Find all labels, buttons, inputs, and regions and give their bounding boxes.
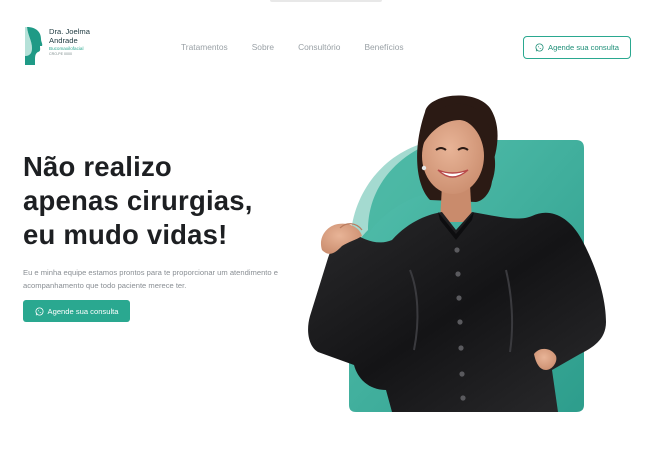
hero-schedule-button[interactable]: Agende sua consulta	[23, 300, 130, 322]
logo-cro: CRO-PE 0000	[49, 52, 72, 57]
main-nav: Tratamentos Sobre Consultório Benefícios	[181, 42, 428, 52]
logo-name-line2: Andrade	[49, 35, 78, 45]
face-profile-logo-icon	[25, 27, 43, 65]
nav-link-consultorio[interactable]: Consultório	[298, 42, 340, 52]
header-schedule-button[interactable]: Agende sua consulta	[523, 36, 631, 59]
hero-title: Não realizo apenas cirurgias, eu mudo vi…	[23, 150, 313, 252]
hero-subtitle: Eu e minha equipe estamos prontos para t…	[23, 268, 278, 290]
hero-title-line: eu mudo vidas!	[23, 219, 228, 250]
whatsapp-icon	[35, 307, 44, 315]
nav-link-tratamentos[interactable]: Tratamentos	[181, 42, 228, 52]
nav-link-beneficios[interactable]: Benefícios	[364, 42, 403, 52]
whatsapp-icon	[535, 43, 544, 52]
hero-title-line: Não realizo	[23, 151, 172, 182]
hero-schedule-label: Agende sua consulta	[47, 306, 119, 316]
nav-link-sobre[interactable]: Sobre	[252, 42, 274, 52]
site-header: Dra. Joelma Andrade Bucomaxilofacial CRO…	[0, 0, 653, 90]
logo-text: Dra. Joelma Andrade Bucomaxilofacial CRO…	[49, 27, 90, 57]
site-logo[interactable]: Dra. Joelma Andrade Bucomaxilofacial CRO…	[24, 26, 90, 66]
header-schedule-label: Agende sua consulta	[548, 43, 619, 52]
hero-title-line: apenas cirurgias,	[23, 185, 253, 216]
hero-doctor-photo	[308, 95, 606, 412]
